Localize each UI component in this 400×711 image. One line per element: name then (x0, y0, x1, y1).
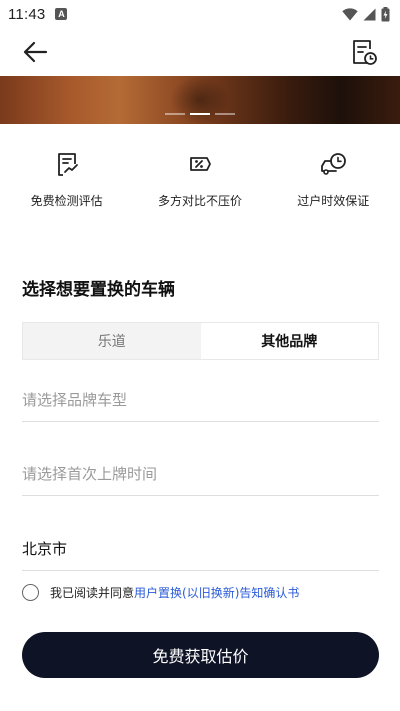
city-field[interactable]: 北京市 (22, 527, 379, 571)
app-bar (0, 28, 400, 76)
carousel-dot-active (190, 113, 210, 115)
status-icons (342, 6, 390, 22)
document-clock-icon (353, 40, 377, 65)
section-title: 选择想要置换的车辆 (22, 280, 175, 300)
city-value: 北京市 (22, 540, 68, 558)
percent-tag-icon (186, 150, 214, 178)
status-bar: 11:43 A (0, 0, 400, 28)
agreement-row: 我已阅读并同意 用户置换(以旧换新)告知确认书 (22, 584, 299, 601)
history-button[interactable] (348, 36, 380, 68)
feature-label: 免费检测评估 (30, 194, 103, 208)
brand-model-field[interactable]: 请选择品牌车型 (22, 378, 379, 422)
signal-icon (363, 8, 376, 20)
back-button[interactable] (18, 36, 52, 68)
notification-a-icon: A (55, 8, 68, 20)
wifi-icon (342, 7, 358, 20)
brand-tabs: 乐道 其他品牌 (22, 322, 379, 360)
feature-transfer-guarantee: 过户时效保证 (267, 150, 400, 209)
tab-other-brands[interactable]: 其他品牌 (200, 323, 378, 359)
carousel-dot (165, 113, 185, 115)
tab-ledao[interactable]: 乐道 (23, 323, 201, 359)
arrow-left-icon (23, 41, 48, 63)
agreement-link[interactable]: 用户置换(以旧换新)告知确认书 (134, 584, 299, 601)
brand-model-placeholder: 请选择品牌车型 (22, 391, 128, 409)
feature-label: 多方对比不压价 (157, 194, 242, 208)
banner-image (170, 76, 230, 124)
agreement-text: 我已阅读并同意 (50, 586, 135, 600)
agreement-checkbox[interactable] (22, 584, 39, 601)
battery-charging-icon (381, 6, 390, 21)
first-registration-placeholder: 请选择首次上牌时间 (22, 465, 158, 483)
feature-label: 过户时效保证 (297, 194, 370, 208)
status-time: 11:43 (8, 5, 46, 23)
promo-banner[interactable] (0, 76, 400, 124)
feature-multi-compare: 多方对比不压价 (133, 150, 266, 209)
feature-free-inspection: 免费检测评估 (0, 150, 133, 209)
inspection-clipboard-icon (53, 150, 81, 178)
carousel-dot (215, 113, 235, 115)
car-clock-icon (319, 150, 347, 178)
first-registration-field[interactable]: 请选择首次上牌时间 (22, 452, 379, 496)
feature-list: 免费检测评估 多方对比不压价 过户时效保证 (0, 150, 400, 209)
get-valuation-button[interactable]: 免费获取估价 (22, 632, 379, 678)
carousel-indicator (0, 113, 400, 115)
